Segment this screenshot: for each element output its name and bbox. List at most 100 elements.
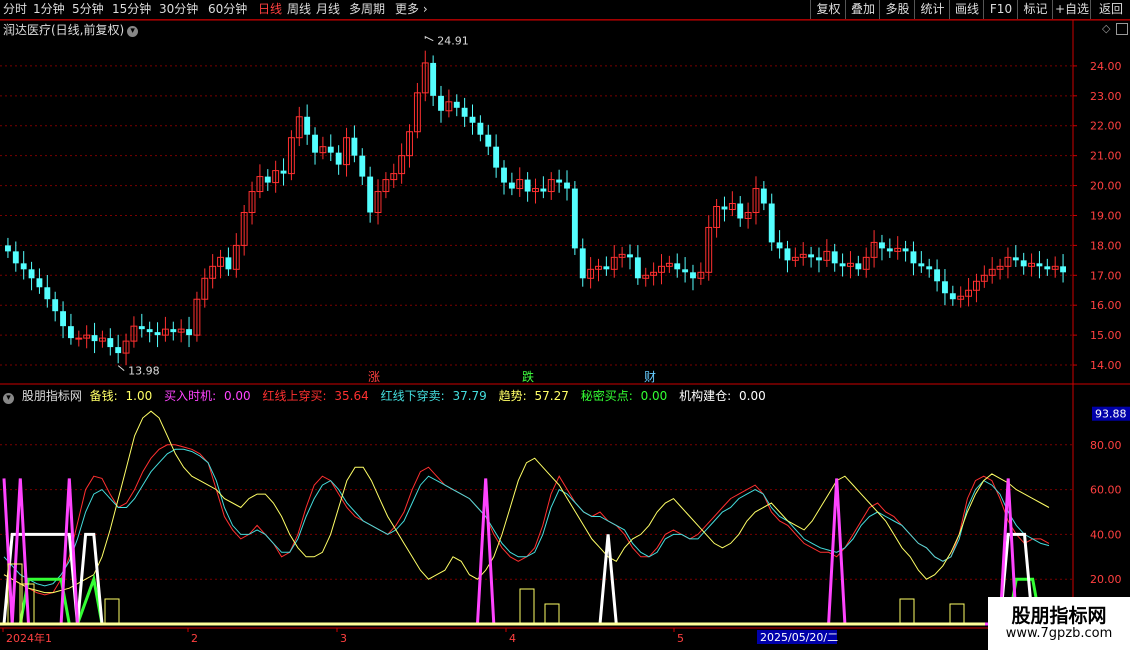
indicator-name[interactable]: 股朋指标网 xyxy=(22,389,82,403)
candle-body xyxy=(36,278,43,288)
candle-body xyxy=(508,182,515,189)
candle-body xyxy=(926,266,933,270)
diamond-icon[interactable]: ◇ xyxy=(1102,22,1110,35)
event-marker: 财 xyxy=(644,370,656,384)
legend-buy-timing: 买入时机: 0.00 xyxy=(164,389,255,403)
price-tick-label: 20.00 xyxy=(1090,180,1122,193)
legend-institution: 机构建仓: 0.00 xyxy=(679,389,770,403)
low-price-label: 13.98 xyxy=(128,365,160,378)
candle-body xyxy=(634,257,641,279)
indicator-line xyxy=(3,448,1050,587)
chart-canvas[interactable]: 14.0015.0016.0017.0018.0019.0020.0021.00… xyxy=(0,0,1130,650)
price-tick-label: 16.00 xyxy=(1090,299,1122,312)
legend-value: 35.64 xyxy=(334,389,369,403)
candle-body xyxy=(91,335,98,342)
reserve-bar xyxy=(519,588,535,625)
high-pointer xyxy=(424,35,434,42)
legend-value: 0.00 xyxy=(223,389,251,403)
candle-body xyxy=(359,155,366,177)
candle-body xyxy=(138,326,145,330)
candle-body xyxy=(776,242,783,249)
time-tick-label: 4 xyxy=(509,632,516,645)
candle-body xyxy=(154,332,161,336)
legend-label: 买入时机: xyxy=(164,389,217,403)
candle-body xyxy=(501,167,507,183)
candle-body xyxy=(918,263,925,267)
legend-value: 57.27 xyxy=(534,389,569,403)
candle-body xyxy=(170,329,177,333)
candle-body xyxy=(67,326,74,339)
candle-body xyxy=(430,62,437,96)
candle-body xyxy=(493,146,500,168)
indicator-menu-icon[interactable]: ▾ xyxy=(3,393,14,404)
high-price-label: 24.91 xyxy=(437,35,469,48)
stock-title-text: 润达医疗(日线,前复权) xyxy=(3,23,125,37)
brand-url: www.7gpzb.com xyxy=(1005,626,1113,641)
low-pointer xyxy=(117,365,125,372)
price-tick-label: 23.00 xyxy=(1090,90,1122,103)
legend-value: 37.79 xyxy=(452,389,487,403)
indicator-line xyxy=(4,573,1049,626)
candle-body xyxy=(564,182,570,189)
candle-body xyxy=(438,95,444,111)
event-marker: 涨 xyxy=(368,369,380,384)
price-tick-label: 14.00 xyxy=(1090,359,1122,372)
indicator-line xyxy=(3,410,1050,594)
price-tick-label: 15.00 xyxy=(1090,329,1122,342)
candle-body xyxy=(477,122,484,135)
candle-body xyxy=(879,242,885,249)
candle-body xyxy=(28,269,35,279)
stock-title[interactable]: 润达医疗(日线,前复权) ▾ xyxy=(3,21,139,38)
legend-value: 0.00 xyxy=(640,389,668,403)
candle-body xyxy=(808,254,815,258)
candle-body xyxy=(682,269,689,273)
chevron-down-icon[interactable]: ▾ xyxy=(127,26,139,37)
panel-toggle-icon[interactable] xyxy=(1116,23,1128,35)
candle-body xyxy=(20,263,27,270)
candle-body xyxy=(902,248,909,252)
reserve-bar xyxy=(949,603,965,625)
candle-body xyxy=(44,287,51,300)
indicator-line xyxy=(2,478,1049,626)
legend-secret-buy: 秘密买点: 0.00 xyxy=(581,389,672,403)
candlestick-series xyxy=(5,50,1066,366)
reserve-bar xyxy=(899,598,915,625)
candle-body xyxy=(839,263,846,267)
legend-label: 机构建仓: xyxy=(679,389,732,403)
candle-body xyxy=(186,329,192,336)
candle-body xyxy=(115,347,122,354)
candle-body xyxy=(540,188,547,192)
price-tick-label: 22.00 xyxy=(1090,120,1122,133)
candle-body xyxy=(280,170,287,174)
candle-body xyxy=(12,251,19,264)
candle-body xyxy=(816,257,822,261)
candle-body xyxy=(107,338,114,348)
price-tick-label: 19.00 xyxy=(1090,209,1122,222)
indicator-legend: ▾ 股朋指标网 备钱: 1.00 买入时机: 0.00 红线上穿买: 35.64… xyxy=(3,387,774,404)
candle-body xyxy=(327,146,334,153)
legend-trend: 趋势: 57.27 xyxy=(499,389,573,403)
candle-body xyxy=(1036,263,1043,267)
candle-body xyxy=(831,251,838,264)
main-grid xyxy=(0,65,1073,366)
candle-body xyxy=(768,203,775,243)
legend-value: 1.00 xyxy=(125,389,153,403)
candle-body xyxy=(949,293,956,300)
time-tick-label: 5 xyxy=(677,632,684,645)
candle-body xyxy=(1012,257,1019,261)
candle-body xyxy=(886,248,893,252)
price-tick-label: 18.00 xyxy=(1090,239,1122,252)
candle-body xyxy=(469,116,476,123)
candle-body xyxy=(571,188,578,249)
brand-title: 股朋指标网 xyxy=(1011,605,1107,627)
legend-label: 红线上穿买: xyxy=(262,389,327,403)
candle-body xyxy=(225,257,232,270)
watermark-brand: 股朋指标网 www.7gpzb.com xyxy=(988,597,1130,650)
price-axis: 14.0015.0016.0017.0018.0019.0020.0021.00… xyxy=(0,19,1130,645)
candle-body xyxy=(75,337,83,340)
legend-red-up: 红线上穿买: 35.64 xyxy=(263,389,373,403)
legend-bei-qian: 备钱: 1.00 xyxy=(90,389,157,403)
candle-body xyxy=(910,251,917,264)
time-tick-label: 3 xyxy=(340,632,347,645)
event-marker: 跌 xyxy=(522,369,534,384)
